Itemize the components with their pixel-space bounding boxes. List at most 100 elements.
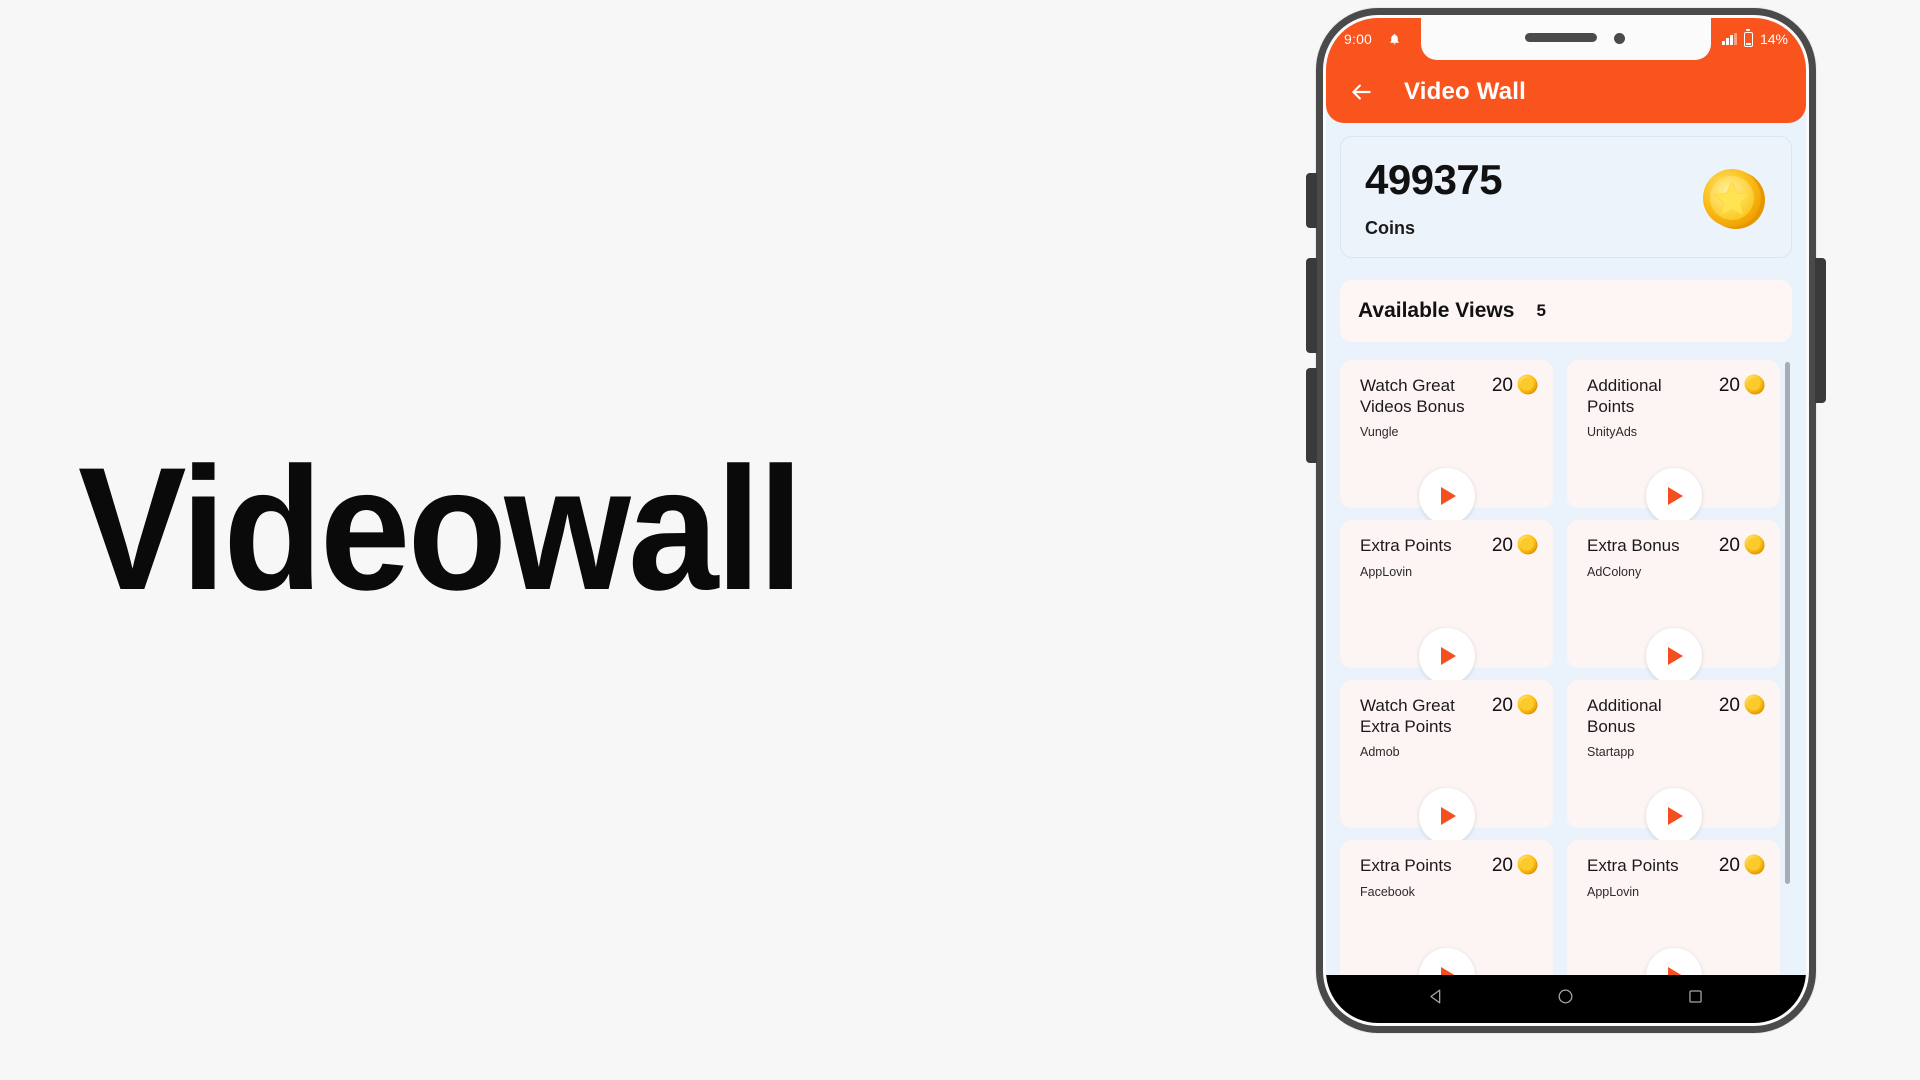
video-card-title: Additional Points <box>1587 376 1662 416</box>
play-icon <box>1668 967 1683 975</box>
side-button[interactable] <box>1306 368 1317 463</box>
play-button[interactable] <box>1645 628 1702 684</box>
video-card[interactable]: Additional Bonus 20 Startapp <box>1567 680 1780 844</box>
signal-bars-icon <box>1722 33 1737 45</box>
video-grid-scroll[interactable]: Watch Great Videos Bonus 20 Vungle Addit… <box>1340 360 1792 975</box>
status-bar-left: 9:00 <box>1344 31 1401 47</box>
video-card[interactable]: Watch Great Videos Bonus 20 Vungle <box>1340 360 1553 524</box>
coin-icon <box>1515 532 1539 556</box>
coins-amount: 499375 <box>1365 156 1503 203</box>
back-arrow-icon[interactable] <box>1348 79 1374 105</box>
nav-home-circle-icon[interactable] <box>1556 987 1575 1011</box>
play-icon <box>1668 487 1683 505</box>
video-card-title: Extra Bonus <box>1587 536 1680 555</box>
video-grid: Watch Great Videos Bonus 20 Vungle Addit… <box>1340 360 1780 975</box>
video-card[interactable]: Extra Points 20 <box>1340 840 1553 975</box>
play-button[interactable] <box>1645 948 1702 975</box>
video-card-amount: 20 <box>1491 695 1513 716</box>
video-card-header: Extra Bonus 20 <box>1587 534 1766 557</box>
coins-card: 499375 Coins <box>1340 136 1792 258</box>
video-card-amount: 20 <box>1491 855 1513 876</box>
video-card-network: Startapp <box>1587 745 1635 760</box>
play-icon <box>1441 807 1456 825</box>
volume-down-button[interactable] <box>1306 258 1317 353</box>
video-card-reward: 20 <box>1718 694 1766 716</box>
video-card[interactable]: Extra Points 20 <box>1567 840 1780 975</box>
video-card-amount: 20 <box>1718 855 1740 876</box>
video-card-reward: 20 <box>1491 854 1539 876</box>
android-nav-bar <box>1326 975 1806 1023</box>
video-card-reward: 20 <box>1718 374 1766 396</box>
video-card-network: Admob <box>1360 745 1400 760</box>
scrollbar-track[interactable] <box>1785 362 1790 969</box>
play-button[interactable] <box>1418 948 1475 975</box>
video-card[interactable]: Extra Points 20 <box>1340 520 1553 684</box>
app-content: 499375 Coins Available Views 5 Watch Gre… <box>1326 123 1806 975</box>
video-card-header: Additional Bonus 20 <box>1587 694 1766 737</box>
nav-back-triangle-icon[interactable] <box>1427 987 1446 1011</box>
play-button[interactable] <box>1645 468 1702 524</box>
video-card-network: Facebook <box>1360 884 1415 899</box>
video-card-amount: 20 <box>1718 695 1740 716</box>
volume-up-button[interactable] <box>1306 173 1317 228</box>
power-button[interactable] <box>1815 258 1826 403</box>
page-title: Videowall <box>78 432 803 627</box>
play-icon <box>1668 807 1683 825</box>
video-card-reward: 20 <box>1718 854 1766 876</box>
video-card-header: Watch Great Videos Bonus 20 <box>1360 374 1539 417</box>
scrollbar-thumb[interactable] <box>1785 362 1790 885</box>
video-card-amount: 20 <box>1718 375 1740 396</box>
video-card-reward: 20 <box>1492 374 1539 396</box>
video-card[interactable]: Watch Great Extra Points 20 Admob <box>1340 680 1553 844</box>
battery-percent: 14% <box>1759 31 1788 47</box>
video-card-reward: 20 <box>1491 694 1539 716</box>
video-card-amount: 20 <box>1491 535 1513 556</box>
video-card-title: Extra Points <box>1360 536 1452 555</box>
video-card-title: Extra Points <box>1587 856 1679 875</box>
play-icon <box>1441 967 1456 975</box>
video-card-network: Vungle <box>1360 425 1399 440</box>
video-card-network: AppLovin <box>1360 564 1413 579</box>
coin-icon <box>1742 372 1766 396</box>
coin-icon <box>1742 532 1766 556</box>
status-bar: 9:00 14% <box>1326 18 1806 60</box>
play-icon <box>1441 487 1456 505</box>
phone-screen: 9:00 14% Video Wall 499375 Coins Availab… <box>1326 18 1806 1023</box>
play-icon <box>1668 647 1683 665</box>
video-card[interactable]: Additional Points 20 UnityAds <box>1567 360 1780 524</box>
coins-label: Coins <box>1365 218 1416 238</box>
play-button[interactable] <box>1645 788 1702 844</box>
app-bar-title: Video Wall <box>1404 77 1527 105</box>
video-card-header: Extra Points 20 <box>1360 534 1539 557</box>
coin-icon <box>1515 372 1539 396</box>
bell-icon <box>1388 32 1401 46</box>
video-card-title: Watch Great Videos Bonus <box>1360 376 1465 416</box>
available-views-count: 5 <box>1536 301 1546 320</box>
video-card-amount: 20 <box>1718 535 1740 556</box>
nav-recents-square-icon[interactable] <box>1686 987 1705 1011</box>
available-views-label: Available Views <box>1358 299 1515 322</box>
battery-icon <box>1743 31 1753 47</box>
coins-text-block: 499375 Coins <box>1365 156 1503 239</box>
video-card-reward: 20 <box>1718 534 1766 556</box>
coin-icon <box>1742 852 1766 876</box>
video-card-header: Extra Points 20 <box>1587 854 1766 877</box>
available-views-bar: Available Views 5 <box>1340 280 1792 342</box>
video-card-network: UnityAds <box>1587 425 1638 440</box>
play-icon <box>1441 647 1456 665</box>
coin-icon <box>1742 692 1766 716</box>
video-card-network: AppLovin <box>1587 884 1640 899</box>
video-card-header: Watch Great Extra Points 20 <box>1360 694 1539 737</box>
video-card-title: Watch Great Extra Points <box>1360 696 1455 736</box>
status-time: 9:00 <box>1344 31 1373 47</box>
video-card[interactable]: Extra Bonus 20 AdColony <box>1567 520 1780 684</box>
video-card-reward: 20 <box>1491 534 1539 556</box>
play-button[interactable] <box>1418 788 1475 844</box>
coin-icon <box>1515 852 1539 876</box>
play-button[interactable] <box>1418 628 1475 684</box>
video-card-title: Extra Points <box>1360 856 1452 875</box>
play-button[interactable] <box>1418 468 1475 524</box>
video-card-header: Extra Points 20 <box>1360 854 1539 877</box>
video-card-title: Additional Bonus <box>1587 696 1662 736</box>
coin-icon <box>1515 692 1539 716</box>
